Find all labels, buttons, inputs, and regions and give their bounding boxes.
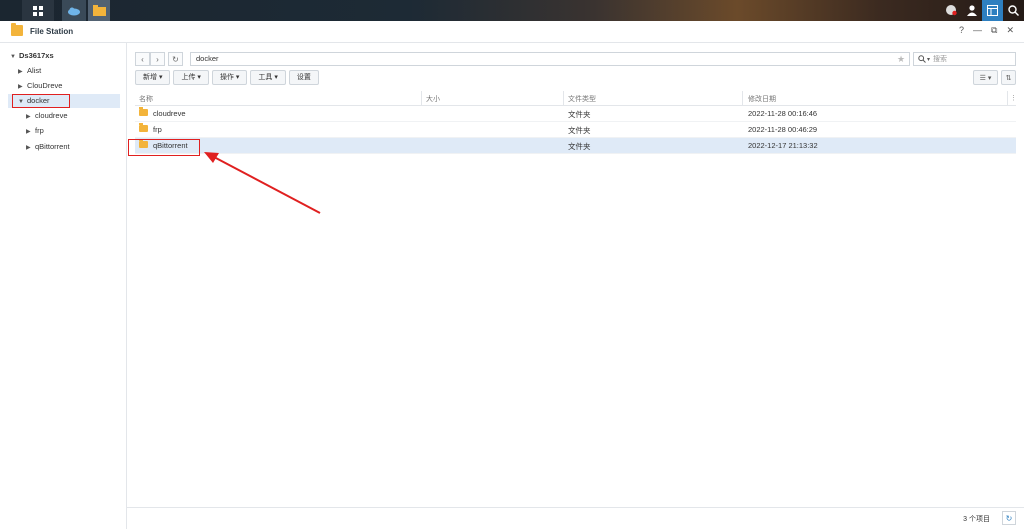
help-button[interactable]: ? (959, 25, 964, 36)
caret-down-icon: ▼ (18, 99, 24, 105)
sidebar-item-label: qBittorrent (35, 142, 70, 151)
row-name: frp (153, 125, 162, 134)
action-button[interactable]: 操作 ▾ (211, 70, 248, 85)
caret-right-icon: ▶ (26, 129, 31, 135)
restore-button[interactable]: ⧉ (991, 25, 997, 36)
sort-icon: ⇅ (1005, 74, 1012, 82)
row-type: 文件夹 (568, 110, 591, 119)
column-divider[interactable] (1007, 91, 1008, 105)
settings-button[interactable]: 设置 (288, 70, 319, 85)
column-modified[interactable]: 修改日期 (748, 94, 776, 104)
new-button[interactable]: 新增 ▾ (135, 70, 171, 85)
view-mode-button[interactable]: ☰ ▾ (973, 70, 998, 85)
column-options-icon[interactable]: ⋮ (1010, 94, 1017, 102)
sidebar-item-label: ClouDreve (27, 81, 63, 90)
path-field[interactable]: docker (190, 52, 910, 66)
tree-root[interactable]: ▼ Ds3617xs (10, 49, 54, 63)
user-icon[interactable] (961, 0, 982, 21)
sidebar-item-label: docker (27, 96, 50, 105)
list-view-icon: ☰ ▾ (979, 74, 992, 82)
column-size[interactable]: 大小 (426, 94, 440, 104)
row-type: 文件夹 (568, 142, 591, 151)
sidebar-item-frp[interactable]: ▶ frp (26, 124, 44, 138)
search-placeholder: 搜索 (933, 56, 948, 63)
caret-right-icon: ▶ (26, 114, 31, 120)
search-icon[interactable] (1003, 0, 1024, 21)
column-divider[interactable] (421, 91, 422, 105)
grid-header: 名称 大小 文件类型 修改日期 ⋮ (135, 91, 1017, 106)
caret-right-icon: ▶ (18, 69, 23, 75)
chevron-left-icon: ‹ (141, 54, 144, 64)
window-titlebar: File Station ? — ⧉ ✕ (0, 21, 1024, 43)
sidebar-item-alist[interactable]: ▶ Alist (18, 64, 41, 78)
widgets-icon[interactable] (982, 0, 1003, 21)
column-divider[interactable] (742, 91, 743, 105)
forward-button[interactable]: › (150, 52, 165, 66)
sidebar-item-cloudreve-root[interactable]: ▶ ClouDreve (18, 79, 62, 93)
taskbar (0, 0, 1024, 21)
column-divider[interactable] (563, 91, 564, 105)
star-icon[interactable]: ★ (897, 52, 905, 66)
sidebar: ▼ Ds3617xs ▶ Alist ▶ ClouDreve ▼ docker ▶ clo… (0, 43, 127, 529)
sidebar-item-cloudreve[interactable]: ▶ cloudreve (26, 109, 68, 123)
upload-button[interactable]: 上传 ▾ (173, 70, 209, 85)
close-button[interactable]: ✕ (1006, 25, 1014, 36)
table-row[interactable]: qBittorrent 文件夹 2022-12-17 21:13:32 (135, 138, 1016, 154)
back-button[interactable]: ‹ (135, 52, 150, 66)
search-input[interactable]: ▾ 搜索 (913, 52, 1016, 66)
caret-right-icon: ▶ (26, 145, 31, 151)
caret-down-icon: ▼ (10, 54, 16, 60)
folder-icon (139, 123, 148, 132)
sort-button[interactable]: ⇅ (1001, 70, 1016, 85)
status-bar: 3 个项目 ↻ (127, 507, 1024, 529)
refresh-button[interactable]: ↻ (1002, 511, 1016, 525)
folder-icon (139, 139, 148, 148)
caret-down-icon: ▾ (927, 56, 931, 63)
sidebar-item-label: Alist (27, 66, 42, 75)
tree-root-label: Ds3617xs (19, 51, 54, 60)
row-name: cloudreve (153, 109, 186, 118)
sidebar-item-label: cloudreve (35, 111, 68, 120)
chat-icon[interactable] (940, 0, 961, 21)
column-type[interactable]: 文件类型 (568, 94, 596, 104)
caret-right-icon: ▶ (18, 84, 23, 90)
row-name: qBittorrent (153, 141, 188, 150)
refresh-icon: ↻ (172, 54, 179, 64)
table-row[interactable]: frp 文件夹 2022-11-28 00:46:29 (135, 122, 1016, 138)
row-modified: 2022-11-28 00:16:46 (748, 109, 818, 118)
file-station-icon (11, 23, 23, 36)
search-icon (918, 55, 926, 63)
refresh-button[interactable]: ↻ (168, 52, 183, 66)
item-count: 3 个项目 (963, 516, 990, 523)
sidebar-item-docker[interactable]: ▼ docker (8, 94, 120, 108)
sidebar-item-label: frp (35, 126, 44, 135)
minimize-button[interactable]: — (973, 25, 982, 36)
tools-button[interactable]: 工具 ▾ (250, 70, 286, 85)
window-title: File Station (30, 27, 74, 36)
row-type: 文件夹 (568, 126, 591, 135)
row-modified: 2022-11-28 00:46:29 (748, 125, 818, 134)
main-pane: ‹ › ↻ docker ★ ▾ 搜索 新增 ▾ 上传 ▾ 操作 ▾ 工具 ▾ … (127, 43, 1024, 529)
chevron-right-icon: › (156, 54, 159, 64)
file-station-icon[interactable] (88, 0, 110, 21)
main-menu-icon[interactable] (22, 0, 54, 21)
refresh-icon: ↻ (1005, 513, 1013, 523)
sidebar-item-qbittorrent[interactable]: ▶ qBittorrent (26, 140, 70, 154)
row-modified: 2022-12-17 21:13:32 (748, 141, 818, 150)
app-icon[interactable] (62, 0, 86, 21)
folder-icon (139, 107, 148, 116)
column-name[interactable]: 名称 (139, 94, 153, 104)
file-grid: 名称 大小 文件类型 修改日期 ⋮ cloudreve 文件夹 2022-11-… (135, 91, 1017, 154)
table-row[interactable]: cloudreve 文件夹 2022-11-28 00:16:46 (135, 106, 1016, 122)
